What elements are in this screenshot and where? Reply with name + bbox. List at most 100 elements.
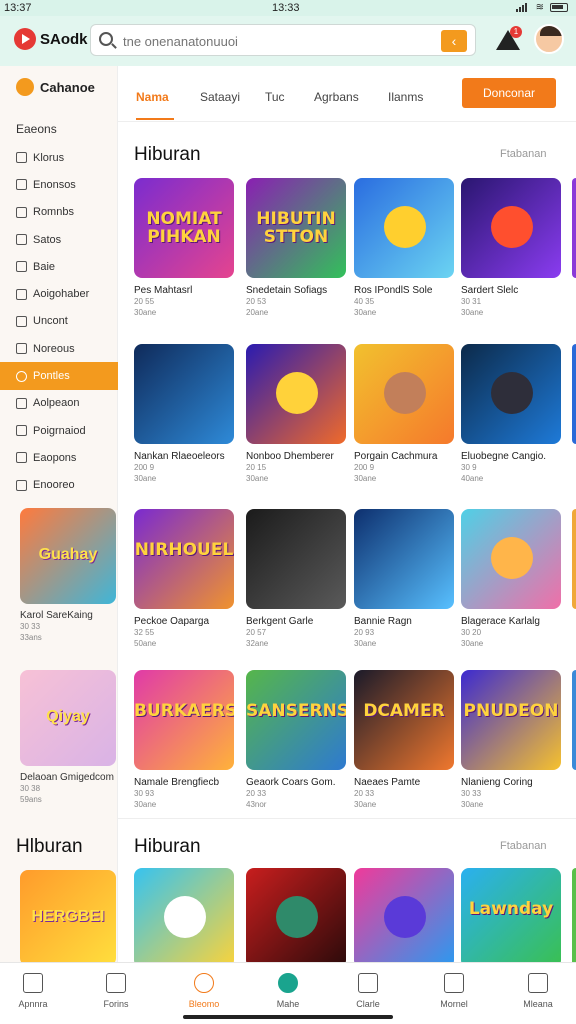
next-card-peek[interactable] xyxy=(572,178,576,278)
game-thumbnail: DCAMER xyxy=(354,670,454,770)
sidebar-item-4[interactable]: Baie xyxy=(0,253,118,280)
game-meta: 32 55 xyxy=(134,628,155,637)
game-meta: 40 35 xyxy=(354,297,375,306)
game-meta-2: 30ane xyxy=(461,800,484,809)
game-card[interactable]: Nonboo Dhemberer 20 15 30ane xyxy=(246,344,346,484)
avatar[interactable] xyxy=(534,24,564,54)
game-card[interactable]: NOMIAT PIHKAN Pes Mahtasrl 20 55 30ane xyxy=(134,178,234,318)
character-icon xyxy=(491,372,533,414)
search-bar[interactable]: ‹ xyxy=(90,24,476,56)
game-card[interactable]: Blagerace Karlalg 30 20 30ane xyxy=(461,509,561,649)
character-icon xyxy=(276,372,318,414)
sidebar-item-6[interactable]: Uncont xyxy=(0,308,118,335)
primary-action-button[interactable]: Donconar xyxy=(462,78,556,108)
sidebar-game-card[interactable]: Guahay Karol SareKaing 30 33 33ans xyxy=(20,508,116,643)
game-card[interactable]: BURKAERS Namale Brengfiecb 30 93 30ane xyxy=(134,670,234,810)
character-icon xyxy=(164,896,206,938)
game-card[interactable]: DCAMER Naeaes Pamte 20 33 30ane xyxy=(354,670,454,810)
bottom-nav-item-1[interactable]: Forins xyxy=(86,973,146,1009)
game-meta: 30 38 xyxy=(20,784,41,793)
notification-badge: 1 xyxy=(510,26,522,38)
character-icon xyxy=(276,896,318,938)
game-card[interactable]: Bannie Ragn 20 93 30ane xyxy=(354,509,454,649)
edit-icon xyxy=(16,425,27,437)
game-card[interactable]: PNUDEON Nlanieng Coring 30 33 30ane xyxy=(461,670,561,810)
game-card[interactable]: Nankan Rlaeoeleors 200 9 30ane xyxy=(134,344,234,484)
bottom-nav-item-0[interactable]: Apnnra xyxy=(3,973,63,1009)
bottom-nav-item-2[interactable]: Bleomo xyxy=(174,973,234,1009)
sidebar-item-5[interactable]: Aoigohaber xyxy=(0,280,118,307)
next-card-peek[interactable] xyxy=(572,868,576,968)
tab-2[interactable]: Tuc xyxy=(265,90,285,104)
sidebar-item-12[interactable]: Enooreo xyxy=(0,472,118,499)
next-card-peek[interactable] xyxy=(572,344,576,444)
game-card[interactable]: Sardert Slelc 30 31 30ane xyxy=(461,178,561,318)
app-brand-name: SAodk xyxy=(40,30,88,48)
section-see-all-link-2[interactable]: Ftabanan xyxy=(500,840,546,852)
game-card[interactable]: Lawnday xyxy=(461,868,561,968)
sidebar-item-0[interactable]: Klorus xyxy=(0,144,118,171)
game-card[interactable] xyxy=(134,868,234,968)
app-logo[interactable]: SAodk xyxy=(14,28,88,50)
game-thumbnail: HIBUTIN STTON xyxy=(246,178,346,278)
sidebar-item-label: Pontles xyxy=(33,370,70,383)
sidebar-item-7[interactable]: Noreous xyxy=(0,335,118,362)
sidebar-game-card[interactable]: Qiyay Delaoan Gmigedcom 30 38 59ans xyxy=(20,670,116,805)
game-card[interactable]: Ros IPondlS Sole 40 35 30ane xyxy=(354,178,454,318)
game-card[interactable]: Berkgent Garle 20 57 32ane xyxy=(246,509,346,649)
sidebar-game-card[interactable]: HERGBEI xyxy=(20,870,116,972)
section-see-all-link[interactable]: Ftabanan xyxy=(500,148,546,160)
bottom-nav-item-5[interactable]: Mornel xyxy=(424,973,484,1009)
bottom-nav-item-6[interactable]: Mleana xyxy=(508,973,568,1009)
game-title: Namale Brengfiecb xyxy=(134,777,220,788)
tab-4[interactable]: Ilanms xyxy=(388,90,423,104)
game-title: Snedetain Sofiags xyxy=(246,285,328,296)
game-logo-text: Qiyay xyxy=(46,708,90,725)
game-card[interactable] xyxy=(246,868,346,968)
sidebar-item-11[interactable]: Eaopons xyxy=(0,444,118,471)
sidebar-item-2[interactable]: Romnbs xyxy=(0,199,118,226)
search-icon xyxy=(99,32,113,46)
game-meta: 30 9 xyxy=(461,463,477,472)
sidebar-item-label: Romnbs xyxy=(33,206,74,219)
game-card[interactable] xyxy=(354,868,454,968)
bottom-nav-label: Mahe xyxy=(276,999,300,1009)
sidebar-item-9[interactable]: Aolpeaon xyxy=(0,390,118,417)
sidebar-item-3[interactable]: Satos xyxy=(0,226,118,253)
status-time-left: 13:37 xyxy=(4,2,32,14)
game-title: Nlanieng Coring xyxy=(461,777,533,788)
chart-icon xyxy=(16,452,27,464)
person-icon xyxy=(444,973,464,993)
sidebar-item-8[interactable]: Pontles xyxy=(0,362,118,390)
sidebar-brand[interactable]: Cahanoe xyxy=(16,78,95,96)
game-meta-2: 32ane xyxy=(246,639,269,648)
next-card-peek[interactable] xyxy=(572,670,576,770)
game-logo-text: Guahay xyxy=(38,546,98,563)
game-card[interactable]: SANSERNS Geaork Coars Gom. 20 33 43nor xyxy=(246,670,346,810)
game-logo-text: SANSERNS xyxy=(246,701,346,721)
next-card-peek[interactable] xyxy=(572,509,576,609)
game-card[interactable]: Eluobegne Cangio. 30 9 40ane xyxy=(461,344,561,484)
edit-icon xyxy=(16,206,27,218)
notification-button[interactable]: 1 xyxy=(496,26,522,52)
game-card[interactable]: HIBUTIN STTON Snedetain Sofiags 20 53 20ane xyxy=(246,178,346,318)
game-thumbnail xyxy=(354,178,454,278)
game-thumbnail xyxy=(246,868,346,968)
tab-1[interactable]: Sataayi xyxy=(200,90,240,104)
bottom-nav-item-3[interactable]: Mahe xyxy=(258,973,318,1009)
game-meta: 30 31 xyxy=(461,297,482,306)
square-icon xyxy=(16,179,27,191)
sidebar-item-10[interactable]: Poigrnaiod xyxy=(0,417,118,444)
tab-3[interactable]: Agrbans xyxy=(314,90,359,104)
game-card[interactable]: NIRHOUEL Peckoe Oaparga 32 55 50ane xyxy=(134,509,234,649)
search-submit-button[interactable]: ‹ xyxy=(441,30,467,52)
bulb-icon xyxy=(16,397,27,409)
game-card[interactable]: Porgain Cachmura 200 9 30ane xyxy=(354,344,454,484)
sidebar-item-1[interactable]: Enonsos xyxy=(0,171,118,198)
game-title: Eluobegne Cangio. xyxy=(461,451,547,462)
search-input[interactable] xyxy=(123,31,423,51)
bottom-nav-item-4[interactable]: Clarle xyxy=(338,973,398,1009)
tab-0[interactable]: Nama xyxy=(136,90,174,120)
game-logo-text: NOMIAT PIHKAN xyxy=(146,209,222,247)
status-icons: ≋ xyxy=(515,2,568,13)
